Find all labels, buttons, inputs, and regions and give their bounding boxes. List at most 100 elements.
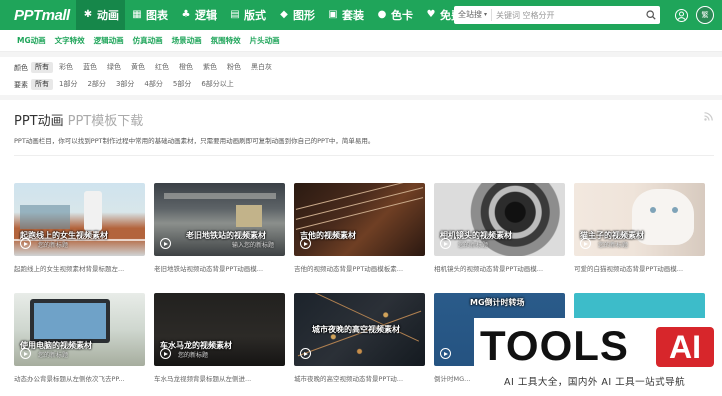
- subnav-item[interactable]: 片头动画: [250, 35, 280, 46]
- nav-item-chart[interactable]: ▦ 图表: [125, 0, 174, 30]
- subnav-item[interactable]: 仿真动画: [133, 35, 163, 46]
- card-caption[interactable]: 老旧地铁站视频动态背景PPT动画模...: [154, 263, 282, 273]
- filter-option[interactable]: 1部分: [55, 79, 81, 90]
- filter-option[interactable]: 3部分: [112, 79, 138, 90]
- filter-option[interactable]: 蓝色: [79, 62, 101, 73]
- nav-label: 版式: [244, 9, 266, 22]
- user-icon: [674, 8, 688, 22]
- filter-option[interactable]: 6部分以上: [197, 79, 237, 90]
- animation-icon: ✱: [83, 9, 93, 20]
- subnav-item[interactable]: 逻辑动画: [94, 35, 124, 46]
- logic-icon: ♣: [181, 9, 191, 20]
- card-title: 城市夜晚的高空视频素材: [312, 325, 400, 334]
- watermark-tagline: AI 工具大全，国内外 AI 工具一站式导航: [504, 377, 686, 388]
- play-icon[interactable]: [20, 238, 31, 249]
- play-icon[interactable]: [160, 348, 171, 359]
- page-title: PPT动画 PPT模板下载: [14, 110, 143, 129]
- rss-icon[interactable]: [704, 112, 713, 121]
- filter-option[interactable]: 红色: [151, 62, 173, 73]
- main-nav: ✱动画 ▦图表 ♣逻辑 ▤版式 ◆图形 ▣套装 ●色卡 ♥免费 ♦会员: [76, 0, 517, 30]
- card-caption[interactable]: 车水马龙视频背景标题从左侧进...: [154, 373, 282, 383]
- nav-label: 套装: [342, 9, 364, 22]
- watermark-ai-badge: AI: [656, 327, 714, 367]
- heart-icon: ♥: [426, 9, 436, 20]
- user-login-button[interactable]: [673, 7, 689, 23]
- video-thumbnail: 猫主子的视频素材 您的新标题: [574, 183, 705, 256]
- bundle-icon: ▣: [328, 9, 338, 20]
- layout-icon: ▤: [230, 9, 240, 20]
- search-box: 全站搜 ▾: [454, 6, 660, 24]
- element-filter-row: 要素 所有 1部分 2部分 3部分 4部分 5部分 6部分以上: [14, 78, 722, 91]
- filter-option[interactable]: 5部分: [169, 79, 195, 90]
- top-bar: PPTmall ✱ 动画 ▦ 图表 ♣ 逻辑 ▤ 版式 ◆ 图形 ▣ 套装 ● 色卡 ♥ 免费 …: [0, 0, 722, 30]
- video-card[interactable]: 猫主子的视频素材 您的新标题 可爱的白猫视频动态背景PPT动画模...: [574, 183, 705, 275]
- play-icon[interactable]: [440, 348, 451, 359]
- watermark-tools-text: TOOLS: [480, 322, 629, 369]
- card-caption[interactable]: 城市夜晚的高空视频动态背景PPT动...: [294, 373, 422, 383]
- video-card[interactable]: 吉他的视频素材 吉他的视频动态背景PPT动画模板素...: [294, 183, 425, 275]
- video-card[interactable]: 车水马龙的视频素材 您的新标题 车水马龙视频背景标题从左侧进...: [154, 293, 285, 385]
- card-title: MG倒计时转场: [470, 298, 525, 307]
- search-scope-label: 全站搜: [458, 10, 482, 19]
- nav-label: 动画: [97, 9, 119, 22]
- nav-item-palette[interactable]: ● 色卡: [370, 0, 419, 30]
- color-filter-row: 颜色 所有 彩色 蓝色 绿色 黄色 红色 橙色 紫色 粉色 黑白灰: [14, 61, 722, 74]
- subnav-item[interactable]: 氛围特效: [211, 35, 241, 46]
- video-thumbnail: 老旧地铁站的视频素材 输入您的新标题: [154, 183, 285, 256]
- nav-label: 图表: [146, 9, 168, 22]
- filter-label: 要素: [14, 80, 28, 89]
- card-author: 您的新标题: [38, 352, 69, 359]
- video-card[interactable]: 老旧地铁站的视频素材 输入您的新标题 老旧地铁站视频动态背景PPT动画模...: [154, 183, 285, 275]
- play-icon[interactable]: [440, 238, 451, 249]
- filter-option[interactable]: 绿色: [103, 62, 125, 73]
- play-icon[interactable]: [580, 238, 591, 249]
- search-input[interactable]: [492, 10, 642, 20]
- subnav-item[interactable]: 场景动画: [172, 35, 202, 46]
- play-icon[interactable]: [160, 238, 171, 249]
- video-card[interactable]: 使用电脑的视频素材 您的新标题 动态办公背景标题从左侧依次飞去PP...: [14, 293, 145, 385]
- subnav-item[interactable]: MG动画: [17, 35, 46, 46]
- site-logo[interactable]: PPTmall: [0, 7, 76, 24]
- filter-option[interactable]: 橙色: [175, 62, 197, 73]
- filter-option[interactable]: 4部分: [140, 79, 166, 90]
- play-icon[interactable]: [300, 348, 311, 359]
- play-icon[interactable]: [300, 238, 311, 249]
- avatar[interactable]: 繁: [696, 6, 714, 24]
- filter-option[interactable]: 黑白灰: [247, 62, 276, 73]
- page-title-main: PPT动画: [14, 114, 64, 129]
- filter-label: 颜色: [14, 63, 28, 72]
- video-thumbnail: 使用电脑的视频素材 您的新标题: [14, 293, 145, 366]
- filter-option[interactable]: 2部分: [83, 79, 109, 90]
- filter-panel: 颜色 所有 彩色 蓝色 绿色 黄色 红色 橙色 紫色 粉色 黑白灰 要素 所有 …: [0, 57, 722, 95]
- filter-option[interactable]: 彩色: [55, 62, 77, 73]
- search-scope-select[interactable]: 全站搜 ▾: [454, 9, 493, 21]
- card-caption[interactable]: 起跑线上的女生视频素材背景标题左...: [14, 263, 142, 273]
- filter-option[interactable]: 所有: [31, 79, 53, 90]
- card-author: 您的新标题: [178, 352, 209, 359]
- sub-nav: MG动画 文字特效 逻辑动画 仿真动画 场景动画 氛围特效 片头动画: [0, 30, 722, 52]
- filter-option[interactable]: 紫色: [199, 62, 221, 73]
- shape-icon: ◆: [280, 9, 288, 20]
- nav-item-bundle[interactable]: ▣ 套装: [321, 0, 370, 30]
- card-caption[interactable]: 动态办公背景标题从左侧依次飞去PP...: [14, 373, 142, 383]
- video-card[interactable]: 起跑线上的女生视频素材 您的新标题 起跑线上的女生视频素材背景标题左...: [14, 183, 145, 275]
- filter-option[interactable]: 所有: [31, 62, 53, 73]
- subnav-item[interactable]: 文字特效: [55, 35, 85, 46]
- search-button[interactable]: [642, 6, 660, 24]
- card-caption[interactable]: 相机镜头的视频动态背景PPT动画模...: [434, 263, 562, 273]
- watermark-logo: TOOLS AI AI 工具大全，国内外 AI 工具一站式导航: [474, 318, 722, 396]
- nav-item-layout[interactable]: ▤ 版式: [223, 0, 272, 30]
- video-card[interactable]: 城市夜晚的高空视频素材 城市夜晚的高空视频动态背景PPT动...: [294, 293, 425, 385]
- nav-item-shape[interactable]: ◆ 图形: [272, 0, 321, 30]
- filter-option[interactable]: 粉色: [223, 62, 245, 73]
- filter-option[interactable]: 黄色: [127, 62, 149, 73]
- card-author: 您的新标题: [458, 242, 489, 249]
- card-caption[interactable]: 吉他的视频动态背景PPT动画模板素...: [294, 263, 422, 273]
- play-icon[interactable]: [20, 348, 31, 359]
- card-caption[interactable]: 可爱的白猫视频动态背景PPT动画模...: [574, 263, 702, 273]
- video-thumbnail: 城市夜晚的高空视频素材: [294, 293, 425, 366]
- nav-item-logic[interactable]: ♣ 逻辑: [174, 0, 223, 30]
- video-card[interactable]: 相机镜头的视频素材 您的新标题 相机镜头的视频动态背景PPT动画模...: [434, 183, 565, 275]
- video-thumbnail: 起跑线上的女生视频素材 您的新标题: [14, 183, 145, 256]
- nav-item-animation[interactable]: ✱ 动画: [76, 0, 125, 30]
